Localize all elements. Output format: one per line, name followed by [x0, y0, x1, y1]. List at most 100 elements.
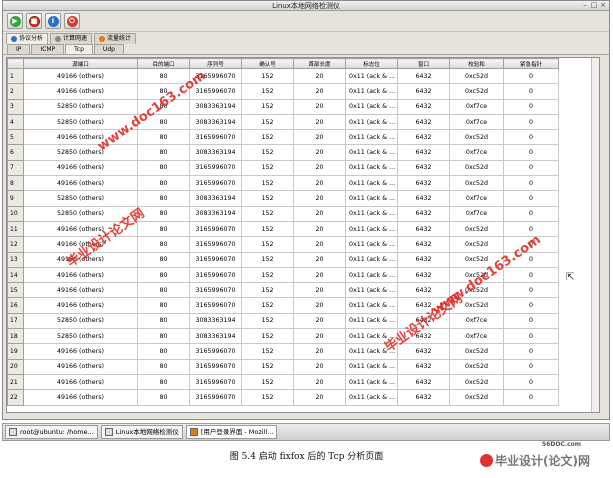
table-row[interactable]: 8 49166 (others) 80 3165996070 152 20 0x11 (ac… — [7, 175, 559, 192]
table-cell: 6432 — [397, 190, 450, 207]
title-bar: Linux本地网络检测仪 – □ × — [3, 1, 609, 11]
table-cell: 49166 (others) — [23, 389, 138, 406]
table-cell: 80 — [137, 144, 190, 161]
table-cell: 0xf7ce — [449, 190, 504, 207]
table-cell: 6432 — [397, 98, 450, 115]
row-number: 11 — [7, 220, 24, 238]
close-icon[interactable]: × — [599, 2, 607, 9]
table-cell: 3165996070 — [189, 251, 242, 268]
table-cell: 49166 (others) — [23, 373, 138, 391]
table-cell: 6432 — [397, 373, 450, 391]
table-cell: 80 — [137, 373, 190, 391]
table-cell: 152 — [241, 282, 294, 299]
table-cell: 20 — [293, 159, 346, 177]
table-row[interactable]: 21 49166 (others) 80 3165996070 152 20 0x11 (a… — [7, 373, 559, 391]
row-number: 20 — [7, 358, 24, 375]
table-cell: 80 — [137, 251, 190, 268]
table-cell: 3083363194 — [189, 98, 242, 115]
table-cell: 152 — [241, 220, 294, 238]
table-cell: 3165996070 — [189, 266, 242, 284]
info-button[interactable]: i — [45, 13, 61, 29]
table-cell: 80 — [137, 159, 190, 177]
table-row[interactable]: 7 49166 (others) 80 3165996070 152 20 0x11 (ac… — [7, 159, 559, 177]
vertical-scrollbar[interactable] — [591, 58, 599, 412]
table-cell: 3165996070 — [189, 159, 242, 177]
tab-ip[interactable]: IP — [7, 44, 31, 54]
tab-tcp[interactable]: Tcp — [65, 44, 93, 54]
table-cell: 0 — [503, 389, 559, 406]
table-cell: 0x11 (ack & ... — [345, 129, 398, 146]
table-row[interactable]: 1 49166 (others) 80 3165996070 152 20 0x11 (ac… — [7, 67, 559, 85]
table-cell: 52850 (others) — [23, 98, 138, 115]
column-header[interactable]: 标志位 — [345, 58, 398, 69]
taskbar-item-terminal[interactable]: root@ubuntu: /home... — [5, 425, 98, 439]
row-number: 21 — [7, 373, 24, 391]
tab-icmp[interactable]: ICMP — [31, 44, 65, 54]
table-cell: 152 — [241, 129, 294, 146]
table-cell: 6432 — [397, 144, 450, 161]
column-header[interactable]: 首部长度 — [293, 58, 346, 69]
table-row[interactable]: 19 49166 (others) 80 3165996070 152 20 0x11 (a… — [7, 343, 559, 360]
power-button[interactable]: ⏻ — [64, 13, 80, 29]
table-cell: 152 — [241, 328, 294, 345]
column-header[interactable]: 校验和 — [449, 58, 504, 69]
row-number: 12 — [7, 236, 24, 253]
column-header[interactable]: 序列号 — [189, 58, 242, 69]
stop-capture-button[interactable]: ■ — [26, 13, 42, 29]
tab-udp[interactable]: Udp — [93, 44, 124, 54]
column-header[interactable]: 紧急指针 — [503, 58, 559, 69]
minimize-icon[interactable]: – — [581, 2, 589, 9]
tab-traffic-stats[interactable]: 流量统计 — [94, 33, 137, 44]
table-row[interactable]: 5 49166 (others) 80 3165996070 152 20 0x11 (ac… — [7, 129, 559, 146]
table-cell: 6432 — [397, 67, 450, 85]
table-cell: 0x11 (ack & ... — [345, 373, 398, 391]
table-cell: 0xf7ce — [449, 98, 504, 115]
table-row[interactable]: 3 52850 (others) 80 3083363194 152 20 0x11 (ac… — [7, 98, 559, 115]
table-row[interactable]: 10 52850 (others) 80 3083363194 152 20 0x11 (a… — [7, 205, 559, 222]
column-header[interactable] — [7, 58, 24, 69]
column-header[interactable]: 源端口 — [23, 58, 138, 69]
table-row[interactable]: 22 49166 (others) 80 3165996070 152 20 0x11 (a… — [7, 389, 559, 406]
table-row[interactable]: 6 52850 (others) 80 3083363194 152 20 0x11 (ac… — [7, 144, 559, 161]
table-cell: 0x11 (ack & ... — [345, 312, 398, 330]
table-row[interactable]: 2 49166 (others) 80 3165996070 152 20 0x11 (ac… — [7, 83, 559, 100]
table-cell: 152 — [241, 144, 294, 161]
table-row[interactable]: 20 49166 (others) 80 3165996070 152 20 0x11 (a… — [7, 358, 559, 375]
table-cell: 20 — [293, 129, 346, 146]
table-cell: 52850 (others) — [23, 312, 138, 330]
tab-network-speed[interactable]: 计算网速 — [50, 33, 93, 44]
table-cell: 0xf7ce — [449, 205, 504, 222]
table-cell: 80 — [137, 358, 190, 375]
table-cell: 0xc52d — [449, 129, 504, 146]
table-cell: 3083363194 — [189, 113, 242, 131]
table-cell: 152 — [241, 251, 294, 268]
table-cell: 3165996070 — [189, 220, 242, 238]
table-cell: 0xc52d — [449, 343, 504, 360]
table-row[interactable]: 9 52850 (others) 80 3083363194 152 20 0x11 (ac… — [7, 190, 559, 207]
stats-icon — [99, 36, 106, 42]
table-cell: 0xc52d — [449, 236, 504, 253]
column-header[interactable]: 窗口 — [397, 58, 450, 69]
column-header[interactable]: 目的端口 — [137, 58, 190, 69]
table-row[interactable]: 17 52850 (others) 80 3083363194 152 20 0x11 (a… — [7, 312, 559, 330]
start-capture-button[interactable]: ▶ — [7, 13, 23, 29]
table-cell: 80 — [137, 266, 190, 284]
maximize-icon[interactable]: □ — [590, 2, 598, 9]
taskbar-item-network-monitor[interactable]: Linux本地网络检测仪 — [100, 425, 183, 439]
taskbar-item-firefox[interactable]: [用户登录界面 - Mozill... — [185, 425, 278, 439]
table-row[interactable]: 4 52850 (others) 80 3083363194 152 20 0x11 (ac… — [7, 113, 559, 131]
table-cell: 0xc52d — [449, 220, 504, 238]
table-cell: 152 — [241, 205, 294, 222]
table-cell: 3165996070 — [189, 175, 242, 192]
table-row[interactable]: 16 49166 (others) 80 3165996070 152 20 0x11 (a… — [7, 297, 559, 314]
table-cell: 0x11 (ack & ... — [345, 67, 398, 85]
info-icon: i — [47, 15, 59, 27]
table-cell: 0x11 (ack & ... — [345, 251, 398, 268]
column-header[interactable]: 确认号 — [241, 58, 294, 69]
table-cell: 0xc52d — [449, 159, 504, 177]
table-cell: 3165996070 — [189, 236, 242, 253]
table-cell: 20 — [293, 175, 346, 192]
table-row[interactable]: 18 52850 (others) 80 3083363194 152 20 0x11 (a… — [7, 328, 559, 345]
tab-protocol-analysis[interactable]: 协议分析 — [6, 33, 49, 44]
table-cell: 6432 — [397, 358, 450, 375]
